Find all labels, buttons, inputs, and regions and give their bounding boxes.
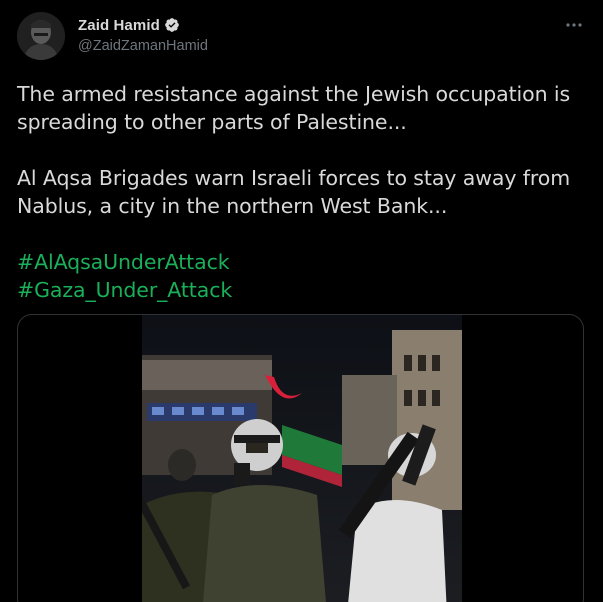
tweet-text-line: spreading to other parts of Palestine... bbox=[17, 110, 407, 134]
verified-badge-icon bbox=[164, 17, 180, 33]
video-frame bbox=[121, 315, 462, 602]
tweet-text-line: Al Aqsa Brigades warn Israeli forces to … bbox=[17, 166, 571, 190]
tweet-card: Zaid Hamid @ZaidZamanHamid The armed res… bbox=[0, 0, 603, 602]
more-options-icon[interactable] bbox=[563, 14, 585, 36]
hashtag-link[interactable]: #Gaza_Under_Attack bbox=[17, 276, 587, 304]
tweet-media bbox=[17, 314, 584, 602]
hashtag-link[interactable]: #AlAqsaUnderAttack bbox=[17, 248, 587, 276]
author-info: Zaid Hamid @ZaidZamanHamid bbox=[78, 16, 208, 55]
author-handle[interactable]: @ZaidZamanHamid bbox=[78, 38, 208, 54]
tweet-text-line: The armed resistance against the Jewish … bbox=[17, 82, 571, 106]
author-display-name[interactable]: Zaid Hamid bbox=[78, 17, 160, 34]
video-player[interactable] bbox=[121, 315, 462, 602]
tweet-header: Zaid Hamid @ZaidZamanHamid bbox=[17, 12, 589, 60]
tweet-text-line: Nablus, a city in the northern West Bank… bbox=[17, 194, 448, 218]
author-avatar[interactable] bbox=[17, 12, 65, 60]
tweet-text: The armed resistance against the Jewish … bbox=[17, 80, 587, 304]
